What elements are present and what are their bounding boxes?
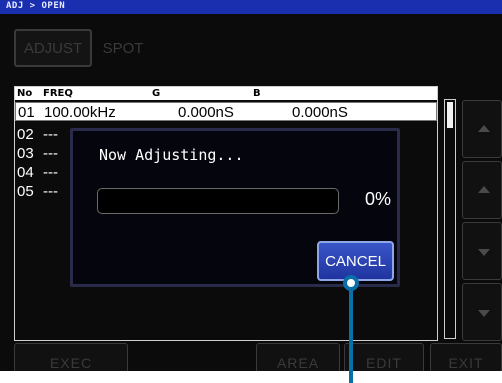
title-breadcrumb: ADJ > OPEN <box>6 1 66 11</box>
row-no: 05 <box>17 183 34 200</box>
arrow-down-icon <box>478 249 490 256</box>
header-freq: FREQ <box>43 88 73 99</box>
table-scrollbar[interactable] <box>444 99 456 339</box>
dialog-message: Now Adjusting... <box>99 146 244 164</box>
arrow-down-icon <box>478 310 490 317</box>
row-no: 01 <box>18 104 35 121</box>
tab-adjust[interactable]: ADJUST <box>14 29 92 67</box>
edit-button[interactable]: EDIT <box>344 343 424 371</box>
row-freq: --- <box>43 145 58 162</box>
row-freq: --- <box>43 126 58 143</box>
row-no: 02 <box>17 126 34 143</box>
callout-line <box>349 281 353 383</box>
row-g: 0.000nS <box>178 104 234 121</box>
progress-percent: 0% <box>365 189 392 209</box>
callout-dot <box>343 275 359 291</box>
header-b: B <box>253 88 261 99</box>
row-no: 03 <box>17 145 34 162</box>
page-down-button[interactable] <box>462 283 502 341</box>
scroll-up-button[interactable] <box>462 161 502 219</box>
row-freq: --- <box>43 164 58 181</box>
arrow-up-icon <box>478 125 490 132</box>
tab-spot[interactable]: SPOT <box>96 29 150 67</box>
row-b: 0.000nS <box>292 104 348 121</box>
mode-tabs: ADJUST SPOT <box>14 29 234 67</box>
scrollbar-thumb[interactable] <box>447 102 453 128</box>
exit-button[interactable]: EXIT <box>430 343 502 371</box>
row-freq: --- <box>43 183 58 200</box>
cancel-button[interactable]: CANCEL <box>317 241 394 281</box>
page-up-button[interactable] <box>462 100 502 158</box>
table-header: No FREQ G B <box>15 87 437 100</box>
adjusting-dialog: Now Adjusting... 0% CANCEL <box>70 128 400 287</box>
row-freq: 100.00kHz <box>44 104 116 121</box>
scroll-down-button[interactable] <box>462 222 502 280</box>
progress-bar <box>97 188 339 214</box>
arrow-up-icon <box>478 186 490 193</box>
instrument-screen: ADJ > OPEN ADJUST SPOT No FREQ G B 01 10… <box>0 0 502 371</box>
table-row[interactable]: 01 100.00kHz 0.000nS 0.000nS <box>15 102 437 121</box>
row-no: 04 <box>17 164 34 181</box>
header-no: No <box>17 88 33 99</box>
title-bar: ADJ > OPEN <box>0 0 502 14</box>
area-button[interactable]: AREA <box>256 343 340 371</box>
exec-button[interactable]: EXEC <box>14 343 128 371</box>
header-g: G <box>152 88 161 99</box>
